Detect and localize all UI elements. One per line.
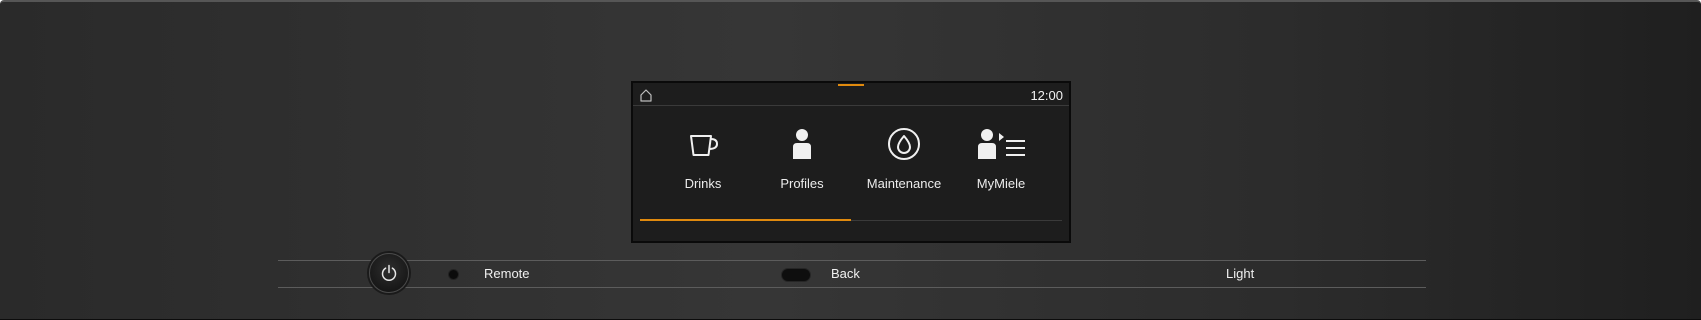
menu-item-maintenance[interactable]: Maintenance [849, 127, 959, 191]
remote-indicator-led [448, 269, 459, 280]
person-icon [793, 129, 811, 159]
header-divider [633, 105, 1069, 106]
remote-label: Remote [484, 266, 530, 281]
page-indicator [838, 84, 864, 86]
menu-label-drinks: Drinks [684, 176, 722, 191]
droplet-icon [888, 128, 920, 160]
cup-icon [690, 135, 719, 156]
menu-item-mymiele[interactable]: MyMiele [946, 127, 1056, 191]
back-button[interactable] [781, 268, 811, 282]
menu-label-profiles: Profiles [780, 176, 824, 191]
menu-item-profiles[interactable]: Profiles [747, 127, 857, 191]
power-icon [381, 264, 397, 281]
back-label: Back [831, 266, 860, 281]
power-button[interactable] [369, 253, 409, 293]
control-strip-bottom-line [278, 287, 1426, 288]
person-list-icon [978, 129, 1025, 159]
scrollbar-thumb[interactable] [640, 219, 851, 221]
control-strip-top-line [278, 260, 1426, 261]
clock: 12:00 [1030, 88, 1063, 103]
menu-item-drinks[interactable]: Drinks [648, 127, 758, 191]
menu-label-mymiele: MyMiele [976, 176, 1026, 191]
menu-label-maintenance: Maintenance [866, 176, 942, 191]
touch-display: 12:00 Drinks Profiles Maintenance MyMiel… [631, 81, 1071, 243]
light-button[interactable]: Light [1226, 266, 1254, 281]
appliance-panel: 12:00 Drinks Profiles Maintenance MyMiel… [0, 0, 1701, 320]
home-icon[interactable] [639, 88, 653, 102]
